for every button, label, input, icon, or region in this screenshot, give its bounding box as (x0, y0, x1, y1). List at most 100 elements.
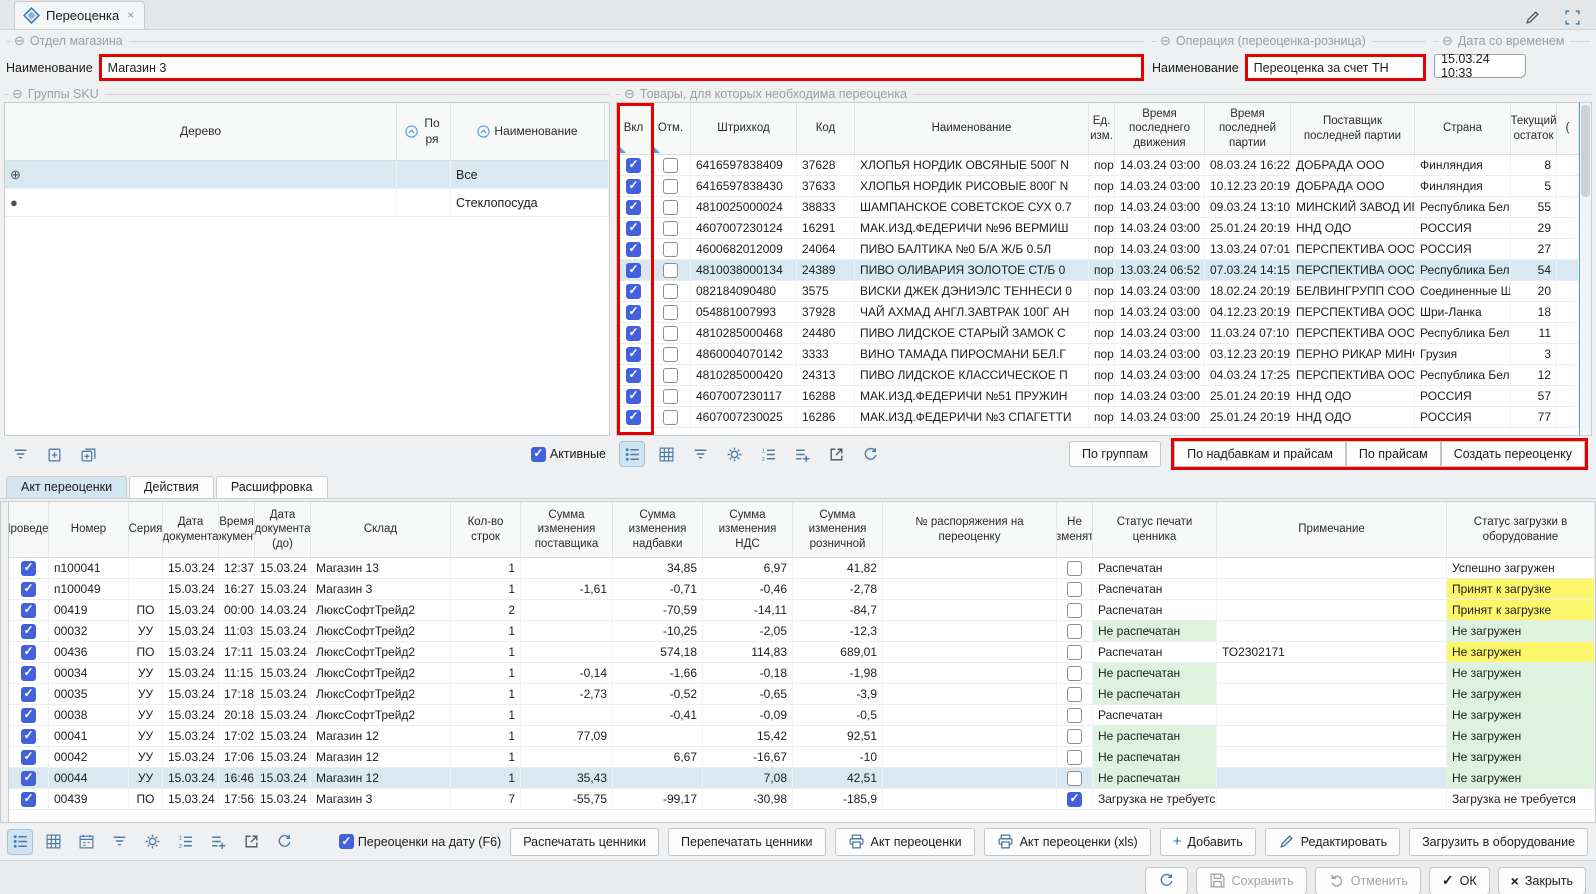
sku-group-row[interactable]: ●Стеклопосуда (5, 189, 609, 217)
settings-gear-icon[interactable] (140, 830, 164, 854)
act-row[interactable]: 00034УУ15.03.2411:1515.03.24ЛюксСофтТрей… (9, 663, 1595, 684)
no-change-checkbox[interactable] (1067, 603, 1082, 618)
marked-checkbox[interactable] (663, 284, 678, 299)
add-row-icon[interactable] (790, 442, 814, 466)
marked-checkbox[interactable] (663, 368, 678, 383)
product-row[interactable]: 641659783843037633ХЛОПЬЯ НОРДИК РИСОВЫЕ … (617, 176, 1579, 197)
filter-icon[interactable] (107, 830, 131, 854)
collapse-icon[interactable]: ⊖ (14, 33, 25, 49)
edit-button[interactable]: Редактировать (1265, 828, 1400, 856)
grid-view-icon[interactable] (41, 830, 65, 854)
act-row[interactable]: п10004915.03.2416:2715.03.24Магазин 31-1… (9, 579, 1595, 600)
marked-checkbox[interactable] (663, 326, 678, 341)
act-row[interactable]: 00038УУ15.03.2420:1815.03.24ЛюксСофтТрей… (9, 705, 1595, 726)
marked-checkbox[interactable] (663, 221, 678, 236)
save-button[interactable]: Сохранить (1196, 867, 1307, 894)
create-revaluation-button[interactable]: Создать переоценку (1441, 441, 1585, 467)
load-to-equipment-button[interactable]: Загрузить в оборудование (1409, 828, 1588, 856)
column-header-0[interactable]: Проведен (9, 502, 49, 557)
product-row[interactable]: 481002500002438833ШАМПАНСКОЕ СОВЕТСКОЕ С… (617, 197, 1579, 218)
column-header-1[interactable]: Поря (397, 103, 451, 160)
collapse-icon[interactable]: ⊖ (12, 86, 23, 102)
sku-group-row[interactable]: ⊕Все (5, 161, 609, 189)
product-row[interactable]: 481028500042024313ПИВО ЛИДСКОЕ КЛАССИЧЕС… (617, 365, 1579, 386)
include-checkbox[interactable] (626, 389, 641, 404)
column-header-3[interactable]: Код (797, 103, 855, 154)
product-row[interactable]: 460068201200924064ПИВО БАЛТИКА №0 Б/А Ж/… (617, 239, 1579, 260)
done-checkbox[interactable] (21, 624, 36, 639)
marked-checkbox[interactable] (663, 389, 678, 404)
column-header-8[interactable]: Сумма изменения поставщика (521, 502, 613, 557)
column-header-2[interactable]: Штрихкод (691, 103, 797, 154)
marked-checkbox[interactable] (663, 179, 678, 194)
marked-checkbox[interactable] (663, 242, 678, 257)
act-row[interactable]: п10004115.03.2412:3715.03.24Магазин 1313… (9, 558, 1595, 579)
include-checkbox[interactable] (626, 200, 641, 215)
column-header-13[interactable]: Не изменять (1057, 502, 1093, 557)
marked-checkbox[interactable] (663, 263, 678, 278)
no-change-checkbox[interactable] (1067, 771, 1082, 786)
act-row[interactable]: 00041УУ15.03.2417:0215.03.24Магазин 1217… (9, 726, 1595, 747)
done-checkbox[interactable] (21, 582, 36, 597)
active-checkbox-group[interactable]: Активные (531, 447, 606, 462)
tab-detail[interactable]: Расшифровка (216, 476, 328, 498)
by-prices-button[interactable]: По прайсам (1346, 441, 1441, 467)
products-scrollbar[interactable] (1579, 102, 1592, 436)
by-markup-prices-button[interactable]: По надбавкам и прайсам (1174, 441, 1346, 467)
numbered-list-icon[interactable]: 12 (173, 830, 197, 854)
edit-pencil-icon[interactable] (1520, 5, 1544, 29)
include-checkbox[interactable] (626, 221, 641, 236)
act-row[interactable]: 00439ПО15.03.2417:5615.03.24Магазин 37-5… (9, 789, 1595, 810)
act-row[interactable]: 00042УУ15.03.2417:0615.03.24Магазин 1216… (9, 747, 1595, 768)
list-view-icon[interactable] (620, 442, 644, 466)
done-checkbox[interactable] (21, 645, 36, 660)
act-row[interactable]: 00032УУ15.03.2411:0315.03.24ЛюксСофтТрей… (9, 621, 1595, 642)
no-change-checkbox[interactable] (1067, 729, 1082, 744)
column-header-7[interactable]: Время последней партии (1205, 103, 1291, 154)
print-tags-button[interactable]: Распечатать ценники (510, 828, 659, 856)
column-header-0[interactable]: Вкл (617, 103, 651, 154)
tab-pereocenka[interactable]: Переоценка × (14, 1, 145, 29)
column-header-6[interactable]: Время последнего движения (1115, 103, 1205, 154)
column-header-9[interactable]: Сумма изменения надбавки (613, 502, 703, 557)
column-header-11[interactable]: Сумма изменения розничной (793, 502, 883, 557)
done-checkbox[interactable] (21, 708, 36, 723)
tab-close-icon[interactable]: × (127, 8, 134, 22)
add-button[interactable]: + Добавить (1160, 828, 1256, 856)
no-change-checkbox[interactable] (1067, 687, 1082, 702)
refresh-icon[interactable] (272, 830, 296, 854)
done-checkbox[interactable] (21, 603, 36, 618)
act-row[interactable]: 00035УУ15.03.2417:1815.03.24ЛюксСофтТрей… (9, 684, 1595, 705)
open-external-icon[interactable] (239, 830, 263, 854)
column-header-1[interactable]: Отм. (651, 103, 691, 154)
done-checkbox[interactable] (21, 750, 36, 765)
act-report-button[interactable]: Акт переоценки (835, 828, 975, 856)
act-row[interactable]: 00044УУ15.03.2416:4615.03.24Магазин 1213… (9, 768, 1595, 789)
expand-node-icon[interactable]: ⊕ (10, 167, 21, 183)
column-header-6[interactable]: Склад (311, 502, 451, 557)
filter-icon[interactable] (8, 442, 32, 466)
expand-node-icon[interactable] (42, 442, 66, 466)
product-row[interactable]: 48600040701423333ВИНО ТАМАДА ПИРОСМАНИ Б… (617, 344, 1579, 365)
refresh-button[interactable] (1145, 867, 1188, 894)
column-header-16[interactable]: Статус загрузки в оборудование (1447, 502, 1595, 557)
column-header-2[interactable]: Наименование (451, 103, 605, 160)
datetime-input[interactable]: 15.03.24 10:33 (1434, 54, 1526, 78)
by-groups-button[interactable]: По группам (1069, 441, 1161, 467)
marked-checkbox[interactable] (663, 305, 678, 320)
revaluations-on-date-checkbox[interactable] (339, 834, 354, 849)
filter-icon[interactable] (688, 442, 712, 466)
column-header-14[interactable]: Статус печати ценника (1093, 502, 1217, 557)
product-row[interactable]: 460700723011716288МАК.ИЗД.ФЕДЕРИЧИ №51 П… (617, 386, 1579, 407)
fullscreen-icon[interactable] (1560, 5, 1584, 29)
column-header-2[interactable]: Серия (129, 502, 163, 557)
include-checkbox[interactable] (626, 179, 641, 194)
done-checkbox[interactable] (21, 771, 36, 786)
act-row[interactable]: 00436ПО15.03.2417:1115.03.24ЛюксСофтТрей… (9, 642, 1595, 663)
no-change-checkbox[interactable] (1067, 708, 1082, 723)
active-checkbox[interactable] (531, 447, 546, 462)
revaluations-on-date-checkbox-group[interactable]: Переоценки на дату (F6) (339, 834, 501, 849)
collapse-icon[interactable]: ⊖ (624, 86, 635, 102)
include-checkbox[interactable] (626, 242, 641, 257)
include-checkbox[interactable] (626, 410, 641, 425)
